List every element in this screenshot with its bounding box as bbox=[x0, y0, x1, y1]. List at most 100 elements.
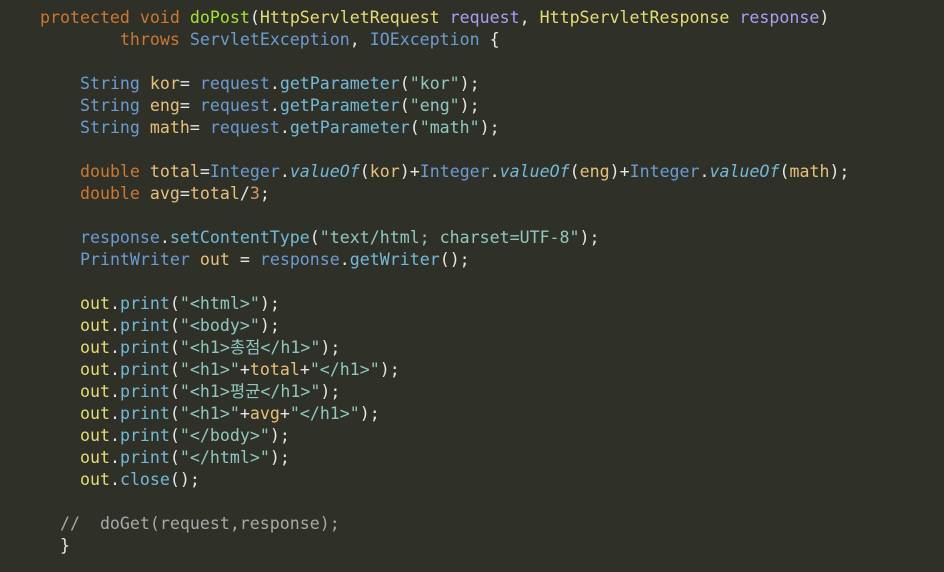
code-line[interactable]: out.print("<h1>총점</h1>"); bbox=[0, 337, 944, 359]
code-line[interactable] bbox=[0, 139, 944, 161]
code-token: out bbox=[199, 250, 230, 269]
code-token: void bbox=[139, 8, 180, 27]
code-line[interactable]: response.setContentType("text/html; char… bbox=[0, 227, 944, 249]
code-token: getParameter bbox=[279, 96, 400, 115]
code-token: eng bbox=[149, 96, 180, 115]
code-token: request bbox=[209, 118, 280, 137]
code-editor[interactable]: protected void doPost(HttpServletRequest… bbox=[0, 0, 944, 572]
code-token: , bbox=[349, 30, 370, 49]
code-token: total bbox=[149, 162, 200, 181]
code-token: valueOf bbox=[499, 162, 570, 181]
code-token: response bbox=[259, 250, 340, 269]
code-token: out bbox=[79, 316, 110, 335]
code-line[interactable] bbox=[0, 271, 944, 293]
code-token: ); bbox=[379, 360, 400, 379]
code-token: = bbox=[179, 96, 200, 115]
code-token: "<h1>" bbox=[179, 404, 240, 423]
code-token: ( bbox=[359, 162, 370, 181]
code-token: . bbox=[109, 404, 120, 423]
code-token: Integer bbox=[209, 162, 280, 181]
code-token: + bbox=[279, 404, 290, 423]
code-line[interactable] bbox=[0, 51, 944, 73]
code-token: ( bbox=[779, 162, 790, 181]
code-line[interactable]: } bbox=[0, 535, 944, 557]
code-token: print bbox=[119, 448, 170, 467]
code-line[interactable] bbox=[0, 491, 944, 513]
code-token: request bbox=[199, 74, 270, 93]
code-token: close bbox=[119, 470, 170, 489]
code-token: "<html>" bbox=[179, 294, 260, 313]
code-token: ) bbox=[609, 162, 620, 181]
code-token: String bbox=[79, 118, 140, 137]
code-token: out bbox=[79, 338, 110, 357]
code-token: ); bbox=[269, 426, 290, 445]
code-line[interactable]: double avg=total/3; bbox=[0, 183, 944, 205]
code-token: valueOf bbox=[709, 162, 780, 181]
code-token: total bbox=[249, 360, 300, 379]
code-line[interactable]: String kor= request.getParameter("kor"); bbox=[0, 73, 944, 95]
code-line[interactable]: protected void doPost(HttpServletRequest… bbox=[0, 7, 944, 29]
code-token: . bbox=[109, 338, 120, 357]
code-token: ) bbox=[819, 8, 830, 27]
code-token: . bbox=[109, 448, 120, 467]
code-line[interactable]: String eng= request.getParameter("eng"); bbox=[0, 95, 944, 117]
code-line[interactable]: throws ServletException, IOException { bbox=[0, 29, 944, 51]
code-token: out bbox=[79, 294, 110, 313]
code-token: = bbox=[189, 118, 210, 137]
code-token: ); bbox=[320, 338, 341, 357]
code-token: kor bbox=[149, 74, 180, 93]
code-line[interactable]: out.print("<body>"); bbox=[0, 315, 944, 337]
code-line[interactable] bbox=[0, 205, 944, 227]
code-line[interactable]: out.print("<h1>"+avg+"</h1>"); bbox=[0, 403, 944, 425]
code-token: total bbox=[189, 184, 240, 203]
code-token: ( bbox=[169, 404, 180, 423]
code-token: PrintWriter bbox=[79, 250, 190, 269]
code-line[interactable]: out.print("</body>"); bbox=[0, 425, 944, 447]
code-area[interactable]: protected void doPost(HttpServletRequest… bbox=[0, 7, 944, 557]
code-token: request bbox=[449, 8, 520, 27]
code-token: + bbox=[239, 404, 250, 423]
code-token: ); bbox=[259, 294, 280, 313]
code-token: ( bbox=[309, 228, 320, 247]
code-line[interactable]: out.print("<h1>"+total+"</h1>"); bbox=[0, 359, 944, 381]
code-token: ( bbox=[399, 96, 410, 115]
code-line[interactable]: String math= request.getParameter("math"… bbox=[0, 117, 944, 139]
code-token: . bbox=[159, 228, 170, 247]
code-token: . bbox=[109, 470, 120, 489]
code-token: ); bbox=[269, 448, 290, 467]
code-line[interactable]: out.print("</html>"); bbox=[0, 447, 944, 469]
code-token: "<h1>총점</h1>" bbox=[179, 338, 321, 357]
code-line[interactable]: out.print("<html>"); bbox=[0, 293, 944, 315]
code-token: . bbox=[109, 382, 120, 401]
code-line[interactable]: double total=Integer.valueOf(kor)+Intege… bbox=[0, 161, 944, 183]
code-token: ( bbox=[169, 426, 180, 445]
code-line[interactable]: out.print("<h1>평균</h1>"); bbox=[0, 381, 944, 403]
code-token: "<h1>평균</h1>" bbox=[179, 382, 321, 401]
code-token: . bbox=[109, 360, 120, 379]
code-line[interactable]: out.close(); bbox=[0, 469, 944, 491]
code-line[interactable]: PrintWriter out = response.getWriter(); bbox=[0, 249, 944, 271]
code-line[interactable]: // doGet(request,response); bbox=[0, 513, 944, 535]
code-token: print bbox=[119, 294, 170, 313]
code-token: "<h1>" bbox=[179, 360, 240, 379]
code-token: ( bbox=[569, 162, 580, 181]
code-token: IOException bbox=[369, 30, 480, 49]
code-token: / bbox=[239, 184, 250, 203]
code-token: ); bbox=[459, 74, 480, 93]
code-token: getParameter bbox=[289, 118, 410, 137]
code-token: = bbox=[199, 162, 210, 181]
code-token: out bbox=[79, 404, 110, 423]
code-token: ( bbox=[169, 360, 180, 379]
